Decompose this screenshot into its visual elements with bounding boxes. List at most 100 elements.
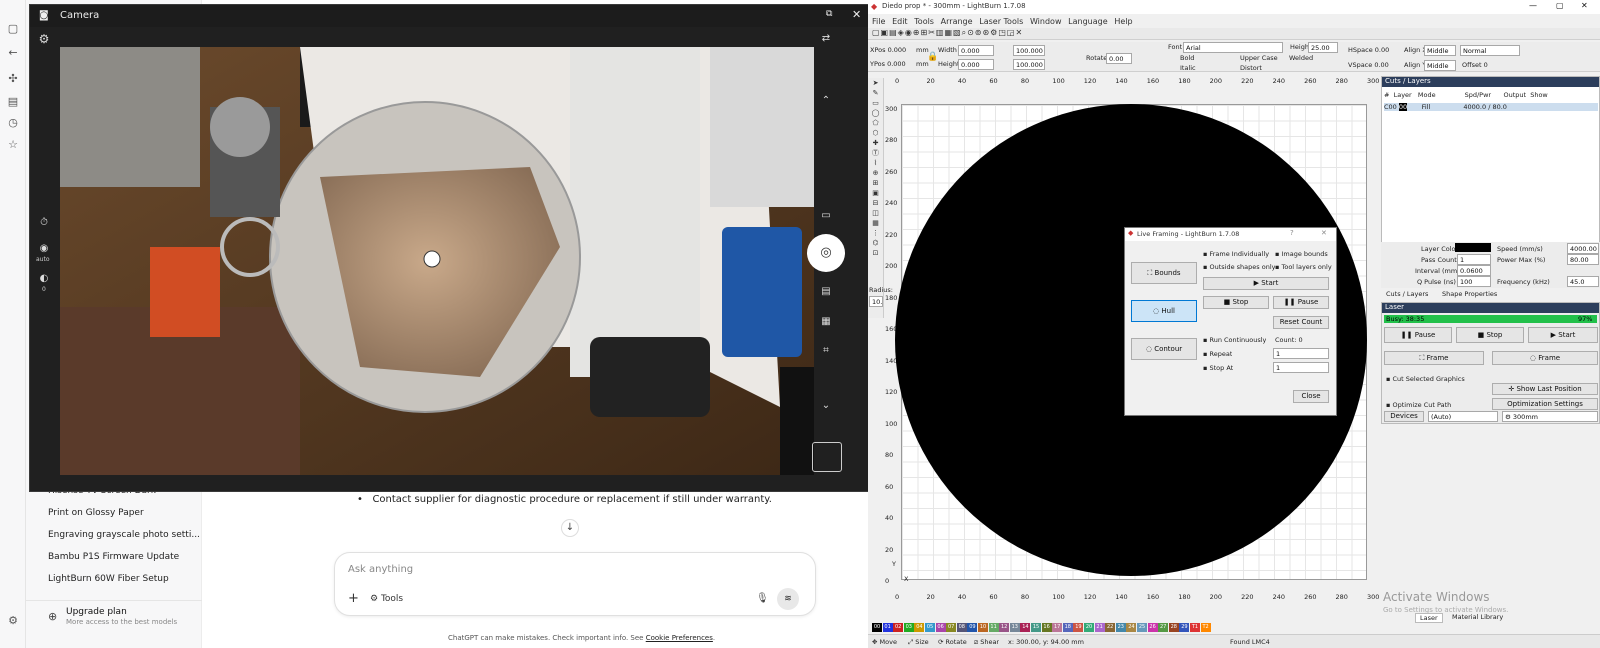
palette-swatch[interactable]: 07: [946, 623, 957, 632]
add-icon[interactable]: +: [348, 591, 359, 606]
palette-swatch[interactable]: 11: [988, 623, 999, 632]
scroll-down-button[interactable]: ↓: [561, 519, 579, 537]
chevron-down-icon[interactable]: ⌄: [816, 400, 836, 411]
frequency-input[interactable]: 45.0: [1567, 276, 1599, 287]
hdr-icon[interactable]: ◉: [34, 243, 54, 254]
repeat-input[interactable]: 1: [1273, 348, 1329, 359]
tool-layers-checkbox[interactable]: ▪ Tool layers only: [1275, 263, 1332, 271]
contour-button[interactable]: ◌ Contour: [1131, 338, 1197, 360]
device-select[interactable]: ⚙ 300mm: [1502, 411, 1598, 422]
palette-swatch[interactable]: 14: [1020, 623, 1031, 632]
palette-swatch[interactable]: 08: [956, 623, 967, 632]
start-button[interactable]: ▶ Start: [1203, 277, 1329, 290]
tabs-icon[interactable]: ▢: [3, 22, 23, 35]
settings-icon[interactable]: ⚙: [3, 614, 23, 627]
pause-button[interactable]: ❚❚ Pause: [1273, 296, 1329, 309]
close-icon[interactable]: ✕: [1581, 1, 1588, 10]
menu-language[interactable]: Language: [1068, 17, 1107, 26]
palette-swatch[interactable]: 22: [1105, 623, 1116, 632]
lock-icon[interactable]: 🔒: [927, 52, 938, 62]
status-move[interactable]: ✥ Move: [872, 638, 897, 646]
hspace-field[interactable]: HSpace 0.00: [1348, 46, 1389, 54]
voice-mode-icon[interactable]: ≋: [777, 588, 799, 610]
laser-start-button[interactable]: ▶ Start: [1528, 327, 1598, 343]
menu-laser-tools[interactable]: Laser Tools: [979, 17, 1023, 26]
status-shear[interactable]: ⧄ Shear: [974, 638, 999, 647]
layer-row[interactable]: C00 00 Fill 4000.0 / 80.0: [1384, 103, 1598, 111]
frame-button[interactable]: ⛶ Frame: [1384, 351, 1484, 365]
chevron-up-icon[interactable]: ⌃: [816, 95, 836, 106]
width-input[interactable]: 0.000: [958, 45, 994, 56]
qr-code-icon[interactable]: ⌗: [816, 345, 836, 356]
palette-swatch[interactable]: T2: [1200, 623, 1211, 632]
status-rotate[interactable]: ⟳ Rotate: [938, 638, 967, 646]
status-size[interactable]: ⤢ Size: [908, 638, 929, 647]
palette-swatch[interactable]: 06: [935, 623, 946, 632]
timer-off-icon[interactable]: ⏱: [34, 217, 54, 228]
repeat-checkbox[interactable]: ▪ Repeat: [1203, 350, 1232, 358]
xpos-field[interactable]: XPos 0.000: [870, 46, 906, 54]
main-toolbar[interactable]: ▢▣▤◈◉⊕⊞✂▥▦▧⌕⊙⊚⊛⚙◳◲✕: [868, 28, 1600, 40]
switch-camera-icon[interactable]: ⇄: [816, 33, 836, 44]
palette-swatch[interactable]: 29: [1179, 623, 1190, 632]
history-item[interactable]: LightBurn 60W Fiber Setup: [48, 574, 169, 584]
width-percent[interactable]: 100.000: [1013, 45, 1045, 56]
palette-swatch[interactable]: 23: [1115, 623, 1126, 632]
menu-edit[interactable]: Edit: [892, 17, 908, 26]
palette-swatch[interactable]: 19: [1073, 623, 1084, 632]
align-x-select[interactable]: Middle: [1424, 45, 1456, 56]
palette-swatch[interactable]: 00: [872, 623, 882, 632]
bold-checkbox[interactable]: Bold: [1180, 54, 1194, 62]
tools-button[interactable]: ⚙ Tools: [370, 594, 403, 604]
frame-individually-checkbox[interactable]: ▪ Frame Individually: [1203, 250, 1269, 258]
tab-shape-properties[interactable]: Shape Properties: [1442, 290, 1497, 298]
extensions-icon[interactable]: ✣: [3, 72, 23, 85]
palette-swatch[interactable]: 13: [1009, 623, 1020, 632]
italic-checkbox[interactable]: Italic: [1180, 64, 1196, 72]
palette-swatch[interactable]: 01: [882, 623, 893, 632]
stop-at-checkbox[interactable]: ▪ Stop At: [1203, 364, 1233, 372]
text-mode-select[interactable]: Normal: [1460, 45, 1520, 56]
align-y-select[interactable]: Middle: [1424, 60, 1456, 71]
palette-swatch[interactable]: 12: [999, 623, 1010, 632]
welded-checkbox[interactable]: Welded: [1289, 54, 1313, 62]
palette-swatch[interactable]: 10: [978, 623, 988, 632]
optimization-settings-button[interactable]: Optimization Settings: [1492, 398, 1598, 410]
microphone-icon[interactable]: 🎙: [756, 593, 769, 604]
menu-window[interactable]: Window: [1030, 17, 1062, 26]
close-icon[interactable]: ✕: [1321, 229, 1327, 237]
history-icon[interactable]: ◷: [3, 116, 23, 129]
take-photo-button[interactable]: ◎: [807, 234, 845, 272]
frame-circle-button[interactable]: ◌ Frame: [1492, 351, 1598, 365]
gallery-thumbnail[interactable]: [812, 442, 842, 472]
q-pulse-input[interactable]: 100: [1457, 276, 1491, 287]
document-icon[interactable]: ▤: [816, 286, 836, 297]
menu-tools[interactable]: Tools: [914, 17, 934, 26]
palette-swatch[interactable]: 26: [1147, 623, 1158, 632]
tab-laser[interactable]: Laser: [1415, 613, 1443, 623]
tab-cuts-layers[interactable]: Cuts / Layers: [1386, 290, 1428, 298]
maximize-icon[interactable]: ▢: [1556, 1, 1564, 10]
show-last-position-button[interactable]: ✛ Show Last Position: [1492, 383, 1598, 395]
bounds-button[interactable]: ⛶ Bounds: [1131, 262, 1197, 284]
collections-icon[interactable]: ▤: [3, 95, 23, 108]
vspace-field[interactable]: VSpace 0.00: [1348, 61, 1389, 69]
close-icon[interactable]: ✕: [852, 8, 861, 21]
history-item[interactable]: Bambu P1S Firmware Update: [48, 552, 179, 562]
cut-selected-checkbox[interactable]: ▪ Cut Selected Graphics: [1386, 375, 1465, 383]
text-height-input[interactable]: 25.00: [1308, 42, 1338, 53]
height-percent[interactable]: 100.000: [1013, 59, 1045, 70]
palette-swatch[interactable]: 15: [1031, 623, 1041, 632]
laser-stop-button[interactable]: ■ Stop: [1456, 327, 1524, 343]
interval-input[interactable]: 0.0600: [1457, 265, 1491, 276]
tool-column[interactable]: ➤ ✎ ▭ ◯ ⬠ ⬡ ✚ Ⓣ ⌇ ⊕ ⊞ ▣ ⊟ ◫ ▦ ⋮ ⌬ ⊡: [868, 78, 884, 318]
palette-swatch[interactable]: 24: [1126, 623, 1137, 632]
favorites-icon[interactable]: ☆: [3, 138, 23, 151]
speed-input[interactable]: 4000.00: [1567, 243, 1599, 254]
image-bounds-checkbox[interactable]: ▪ Image bounds: [1275, 250, 1328, 258]
devices-button[interactable]: Devices: [1384, 411, 1424, 422]
palette-swatch[interactable]: 04: [914, 623, 925, 632]
power-max-input[interactable]: 80.00: [1567, 254, 1599, 265]
rotate-input[interactable]: 0.00: [1106, 53, 1132, 64]
upper-case-checkbox[interactable]: Upper Case: [1240, 54, 1278, 62]
